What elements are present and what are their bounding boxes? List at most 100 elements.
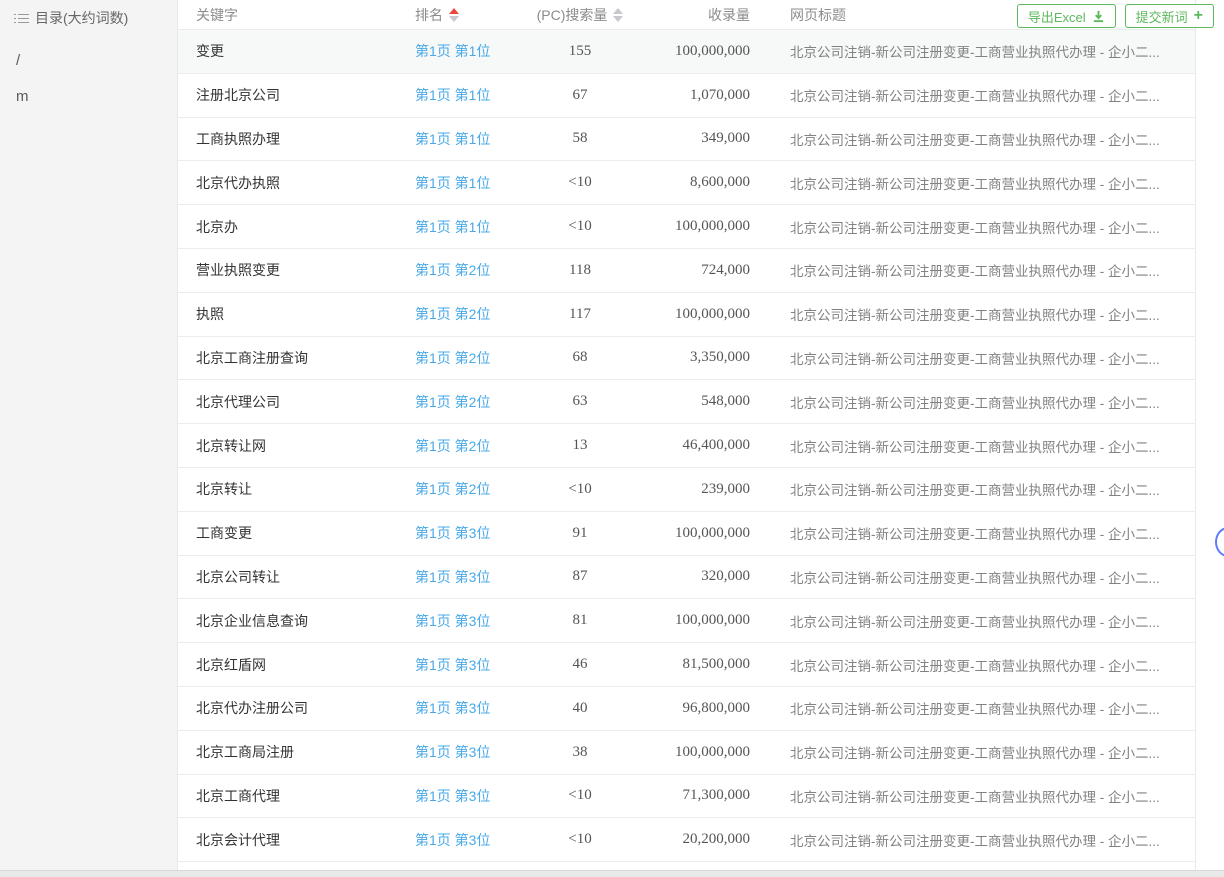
bottom-page-strip	[0, 870, 1224, 877]
page-title-cell: 北京公司注销-新公司注册变更-工商营业执照代办理 - 企小二...	[750, 742, 1195, 762]
keyword-cell: 北京代理公司	[178, 392, 415, 412]
index-volume-cell: 1,070,000	[630, 87, 750, 104]
rank-link[interactable]: 第1页 第3位	[415, 613, 490, 629]
column-header-pc-volume-sort[interactable]: (PC)搜索量	[537, 5, 624, 25]
export-excel-button[interactable]: 导出Excel	[1017, 4, 1116, 28]
keyword-cell: 营业执照变更	[178, 260, 415, 280]
pc-volume-cell: 155	[530, 43, 630, 60]
table-row: 工商变更 第1页 第3位 91 100,000,000 北京公司注销-新公司注册…	[178, 512, 1195, 556]
directory-item-m[interactable]: m	[16, 88, 177, 104]
pc-volume-cell: 13	[530, 437, 630, 454]
keyword-cell: 执照	[178, 304, 415, 324]
submit-new-words-button[interactable]: 提交新词 +	[1125, 4, 1214, 28]
rank-link[interactable]: 第1页 第1位	[415, 87, 490, 103]
column-header-keyword: 关键字	[178, 5, 415, 25]
keyword-cell: 北京工商局注册	[178, 742, 415, 762]
rank-link[interactable]: 第1页 第3位	[415, 744, 490, 760]
table-body: 变更 第1页 第1位 155 100,000,000 北京公司注销-新公司注册变…	[178, 30, 1195, 862]
index-volume-cell: 96,800,000	[630, 700, 750, 717]
rank-link[interactable]: 第1页 第2位	[415, 262, 490, 278]
index-volume-cell: 100,000,000	[630, 218, 750, 235]
page-title-cell: 北京公司注销-新公司注册变更-工商营业执照代办理 - 企小二...	[750, 129, 1195, 149]
index-volume-cell: 239,000	[630, 481, 750, 498]
table-row: 北京办 第1页 第1位 <10 100,000,000 北京公司注销-新公司注册…	[178, 205, 1195, 249]
table-row: 注册北京公司 第1页 第1位 67 1,070,000 北京公司注销-新公司注册…	[178, 74, 1195, 118]
rank-link[interactable]: 第1页 第1位	[415, 43, 490, 59]
pc-volume-cell: 117	[530, 306, 630, 323]
table-row: 营业执照变更 第1页 第2位 118 724,000 北京公司注销-新公司注册变…	[178, 249, 1195, 293]
rank-link[interactable]: 第1页 第2位	[415, 394, 490, 410]
index-volume-cell: 100,000,000	[630, 306, 750, 323]
index-volume-cell: 71,300,000	[630, 787, 750, 804]
table-row: 北京工商局注册 第1页 第3位 38 100,000,000 北京公司注销-新公…	[178, 731, 1195, 775]
index-volume-cell: 20,200,000	[630, 831, 750, 848]
keyword-table: 关键字 排名 (PC)搜索量 收录量 网页标题 变更 第1页 第1位 155 1…	[178, 0, 1196, 870]
rank-link[interactable]: 第1页 第2位	[415, 350, 490, 366]
index-volume-cell: 349,000	[630, 130, 750, 147]
page-title-cell: 北京公司注销-新公司注册变更-工商营业执照代办理 - 企小二...	[750, 348, 1195, 368]
column-header-rank: 排名	[415, 5, 443, 25]
sort-icon-pc-volume[interactable]	[613, 8, 623, 22]
index-volume-cell: 100,000,000	[630, 612, 750, 629]
column-header-pc-volume: (PC)搜索量	[537, 5, 608, 25]
page-title-cell: 北京公司注销-新公司注册变更-工商营业执照代办理 - 企小二...	[750, 786, 1195, 806]
rank-link[interactable]: 第1页 第2位	[415, 481, 490, 497]
pc-volume-cell: 58	[530, 130, 630, 147]
rank-link[interactable]: 第1页 第1位	[415, 175, 490, 191]
index-volume-cell: 81,500,000	[630, 656, 750, 673]
keyword-cell: 北京公司转让	[178, 567, 415, 587]
pc-volume-cell: 118	[530, 262, 630, 279]
rank-link[interactable]: 第1页 第3位	[415, 788, 490, 804]
pc-volume-cell: <10	[530, 218, 630, 235]
keyword-cell: 北京代办执照	[178, 173, 415, 193]
table-row: 北京工商代理 第1页 第3位 <10 71,300,000 北京公司注销-新公司…	[178, 775, 1195, 819]
column-header-rank-sort[interactable]: 排名	[415, 5, 459, 25]
page-title-cell: 北京公司注销-新公司注册变更-工商营业执照代办理 - 企小二...	[750, 567, 1195, 587]
keyword-cell: 北京代办注册公司	[178, 698, 415, 718]
plus-icon: +	[1194, 8, 1203, 24]
table-row: 北京代办注册公司 第1页 第3位 40 96,800,000 北京公司注销-新公…	[178, 687, 1195, 731]
rank-link[interactable]: 第1页 第1位	[415, 219, 490, 235]
page-title-cell: 北京公司注销-新公司注册变更-工商营业执照代办理 - 企小二...	[750, 173, 1195, 193]
download-icon	[1092, 10, 1105, 23]
rank-link[interactable]: 第1页 第3位	[415, 700, 490, 716]
rank-link[interactable]: 第1页 第3位	[415, 832, 490, 848]
sort-icon-rank[interactable]	[449, 8, 459, 22]
pc-volume-cell: <10	[530, 787, 630, 804]
table-row: 北京代办执照 第1页 第1位 <10 8,600,000 北京公司注销-新公司注…	[178, 161, 1195, 205]
page-title-cell: 北京公司注销-新公司注册变更-工商营业执照代办理 - 企小二...	[750, 85, 1195, 105]
table-row: 北京红盾网 第1页 第3位 46 81,500,000 北京公司注销-新公司注册…	[178, 643, 1195, 687]
rank-link[interactable]: 第1页 第3位	[415, 569, 490, 585]
table-row: 北京转让 第1页 第2位 <10 239,000 北京公司注销-新公司注册变更-…	[178, 468, 1195, 512]
page-title-cell: 北京公司注销-新公司注册变更-工商营业执照代办理 - 企小二...	[750, 304, 1195, 324]
column-header-index-volume: 收录量	[630, 5, 750, 25]
page-title-cell: 北京公司注销-新公司注册变更-工商营业执照代办理 - 企小二...	[750, 655, 1195, 675]
table-row: 北京代理公司 第1页 第2位 63 548,000 北京公司注销-新公司注册变更…	[178, 380, 1195, 424]
index-volume-cell: 320,000	[630, 568, 750, 585]
pc-volume-cell: 87	[530, 568, 630, 585]
rank-link[interactable]: 第1页 第2位	[415, 306, 490, 322]
table-row: 北京会计代理 第1页 第3位 <10 20,200,000 北京公司注销-新公司…	[178, 818, 1195, 862]
page-title-cell: 北京公司注销-新公司注册变更-工商营业执照代办理 - 企小二...	[750, 611, 1195, 631]
pc-volume-cell: 91	[530, 525, 630, 542]
index-volume-cell: 3,350,000	[630, 349, 750, 366]
page-title-cell: 北京公司注销-新公司注册变更-工商营业执照代办理 - 企小二...	[750, 830, 1195, 850]
directory-item-root[interactable]: /	[16, 52, 177, 68]
index-volume-cell: 8,600,000	[630, 174, 750, 191]
rank-link[interactable]: 第1页 第3位	[415, 657, 490, 673]
page-title-cell: 北京公司注销-新公司注册变更-工商营业执照代办理 - 企小二...	[750, 392, 1195, 412]
pc-volume-cell: 68	[530, 349, 630, 366]
table-row: 北京企业信息查询 第1页 第3位 81 100,000,000 北京公司注销-新…	[178, 599, 1195, 643]
pc-volume-cell: 81	[530, 612, 630, 629]
list-icon	[14, 14, 28, 23]
pc-volume-cell: 63	[530, 393, 630, 410]
rank-link[interactable]: 第1页 第1位	[415, 131, 490, 147]
directory-list: / m	[0, 28, 177, 104]
floating-widget-edge[interactable]	[1215, 527, 1224, 557]
rank-link[interactable]: 第1页 第2位	[415, 438, 490, 454]
rank-link[interactable]: 第1页 第3位	[415, 525, 490, 541]
keyword-cell: 北京转让	[178, 479, 415, 499]
pc-volume-cell: 40	[530, 700, 630, 717]
page-title-cell: 北京公司注销-新公司注册变更-工商营业执照代办理 - 企小二...	[750, 523, 1195, 543]
directory-title: 目录(大约词数)	[35, 8, 128, 28]
